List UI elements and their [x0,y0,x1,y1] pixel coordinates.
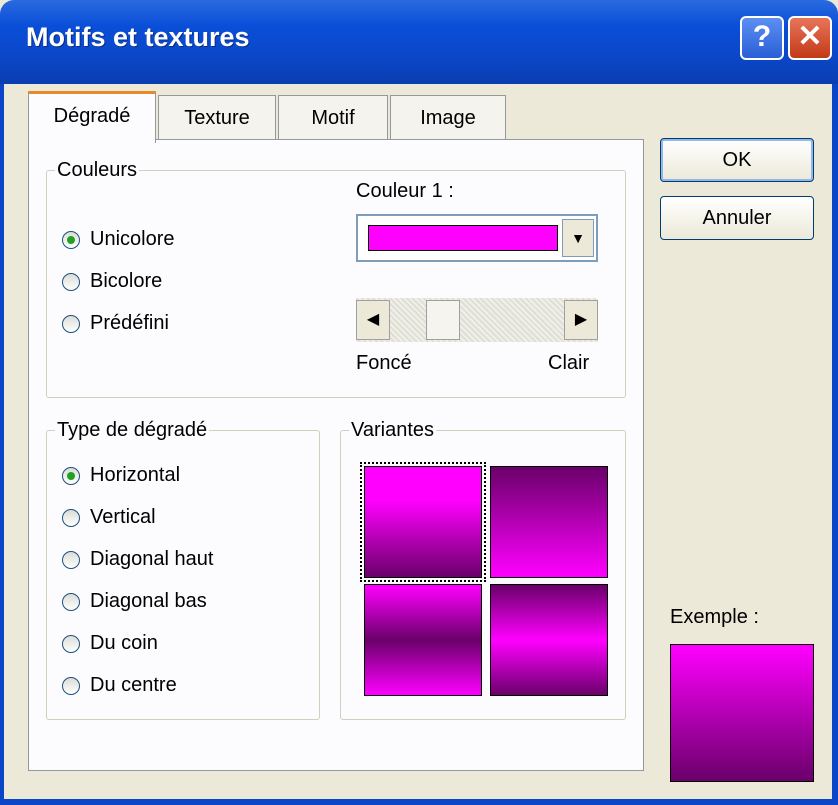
color-swatch [368,225,558,251]
radio-predefini[interactable]: Prédéfini [62,312,169,335]
tab-image[interactable]: Image [390,95,506,139]
window-frame-bottom [0,799,838,805]
variant-1-selected[interactable] [360,462,486,582]
radio-indicator [62,634,80,653]
help-icon: ? [752,20,772,53]
radio-label: Vertical [90,506,156,528]
radio-indicator [62,230,80,249]
chevron-down-icon[interactable]: ▼ [562,219,594,257]
slider-label-clair: Clair [548,352,590,374]
cancel-button[interactable]: Annuler [660,196,814,240]
slider-label-fonce: Foncé [356,352,412,374]
tab-degrade[interactable]: Dégradé [28,91,156,143]
exemple-preview [670,644,814,782]
radio-indicator [62,592,80,611]
radio-label: Du coin [90,632,158,654]
radio-indicator [62,550,80,569]
radio-diagonal-haut[interactable]: Diagonal haut [62,548,213,571]
variant-2[interactable] [490,466,608,578]
radio-diagonal-bas[interactable]: Diagonal bas [62,590,207,613]
type-degrade-legend: Type de dégradé [55,417,210,443]
radio-indicator [62,508,80,527]
help-button[interactable]: ? [740,16,784,60]
couleurs-legend: Couleurs [55,157,140,183]
radio-indicator [62,272,80,291]
radio-label: Horizontal [90,464,181,486]
arrow-left-icon[interactable]: ◀ [356,300,390,340]
radio-unicolore[interactable]: Unicolore [62,228,174,251]
radio-du-centre[interactable]: Du centre [62,674,177,697]
radio-label: Du centre [90,674,177,696]
close-icon: ✕ [797,20,823,53]
couleur1-label: Couleur 1 : [356,180,454,202]
window-title: Motifs et textures [26,22,250,52]
title-bar[interactable]: Motifs et textures ? ✕ [0,0,838,84]
radio-vertical[interactable]: Vertical [62,506,156,529]
ok-button[interactable]: OK [660,138,814,182]
arrow-right-icon[interactable]: ▶ [564,300,598,340]
radio-label: Diagonal bas [90,590,207,612]
window-frame-right [832,84,838,805]
exemple-label: Exemple : [670,606,759,628]
close-button[interactable]: ✕ [788,16,832,60]
radio-bicolore[interactable]: Bicolore [62,270,162,293]
tab-motif[interactable]: Motif [278,95,388,139]
radio-indicator [62,676,80,695]
tab-texture[interactable]: Texture [158,95,276,139]
radio-label: Bicolore [90,270,163,292]
dialog-window: Motifs et textures ? ✕ Dégradé Texture M… [0,0,838,805]
radio-indicator [62,314,80,333]
couleur1-dropdown[interactable]: ▼ [356,214,598,262]
radio-label: Unicolore [90,228,175,250]
slider-thumb[interactable] [426,300,460,340]
variant-4[interactable] [490,584,608,696]
radio-label: Prédéfini [90,312,169,334]
radio-horizontal[interactable]: Horizontal [62,464,180,487]
shade-slider[interactable]: ◀ ▶ [356,298,598,342]
variant-3[interactable] [364,584,482,696]
radio-label: Diagonal haut [90,548,214,570]
variantes-legend: Variantes [349,417,437,443]
radio-du-coin[interactable]: Du coin [62,632,158,655]
radio-indicator [62,466,80,485]
